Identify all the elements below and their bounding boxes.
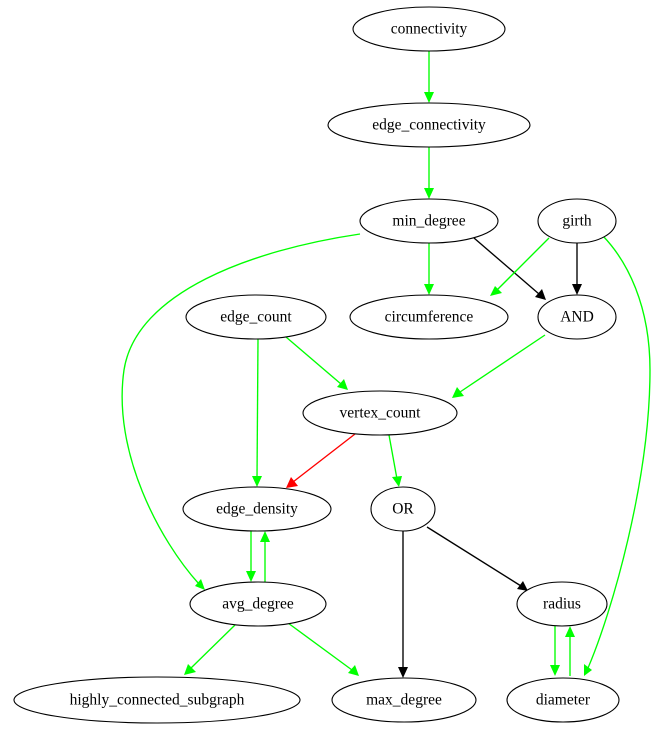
arrowhead-icon (252, 476, 262, 487)
arrowhead-icon (398, 667, 408, 678)
arrowhead-icon (246, 571, 256, 582)
arrowhead-icon (286, 477, 298, 488)
node-label: vertex_count (340, 405, 422, 422)
node-label: circumference (385, 309, 474, 326)
nodes-layer: connectivity edge_connectivity min_degree g… (13, 6, 620, 724)
edge-avg_degree-to-edge_density (260, 531, 270, 582)
graph-node-connectivity[interactable]: connectivity (352, 6, 506, 52)
edge-line (459, 334, 546, 393)
arrowhead-icon (572, 284, 582, 295)
edge-AND-to-vertex_count (452, 334, 546, 398)
edge-avg_degree-to-highly_connected_subgraph (184, 624, 236, 675)
graph-canvas: connectivity edge_connectivity min_degree g… (0, 0, 660, 731)
node-label: connectivity (391, 21, 468, 38)
graph-node-radius[interactable]: radius (516, 581, 608, 627)
node-label: highly_connected_subgraph (70, 692, 245, 709)
node-label: AND (560, 309, 594, 326)
graph-node-edge_density[interactable]: edge_density (182, 486, 332, 532)
edge-line (426, 526, 522, 587)
node-label: max_degree (366, 692, 442, 709)
edge-edge_count-to-edge_density (252, 338, 262, 487)
edge-min_degree-to-circumference (424, 243, 434, 295)
edge-vertex_count-to-edge_density (286, 433, 356, 488)
graph-node-girth[interactable]: girth (537, 198, 617, 244)
graph-svg: connectivity edge_connectivity min_degree g… (13, 6, 651, 724)
edge-line (256, 338, 259, 480)
edge-diameter-to-radius (565, 626, 575, 676)
node-label: avg_degree (222, 596, 294, 613)
arrowhead-icon (452, 387, 464, 398)
edge-line (292, 433, 356, 483)
arrowhead-icon (392, 476, 402, 487)
edge-line (388, 434, 398, 480)
graph-node-vertex_count[interactable]: vertex_count (302, 390, 458, 436)
edge-vertex_count-to-OR (388, 434, 402, 487)
graph-node-max_degree[interactable]: max_degree (331, 677, 477, 723)
node-label: min_degree (392, 213, 465, 230)
edge-edge_count-to-vertex_count (285, 336, 348, 390)
node-label: diameter (536, 692, 591, 709)
edge-edge_connectivity-to-min_degree (424, 147, 434, 199)
graph-node-min_degree[interactable]: min_degree (359, 198, 499, 244)
arrowhead-icon (348, 665, 359, 676)
edge-OR-to-max_degree (398, 531, 408, 678)
arrowhead-icon (424, 92, 434, 103)
graph-node-circumference[interactable]: circumference (349, 294, 509, 340)
graph-node-avg_degree[interactable]: avg_degree (189, 581, 327, 627)
edge-radius-to-diameter (550, 626, 560, 676)
graph-node-edge_connectivity[interactable]: edge_connectivity (327, 102, 531, 148)
arrowhead-icon (337, 379, 348, 390)
edge-line (285, 336, 342, 385)
node-label: edge_connectivity (372, 117, 486, 134)
edge-line (287, 622, 353, 671)
edge-min_degree-to-AND (473, 237, 546, 300)
edge-avg_degree-to-max_degree (287, 622, 359, 676)
node-label: radius (543, 596, 581, 613)
edge-connectivity-to-edge_connectivity (424, 51, 434, 103)
node-label: edge_count (220, 309, 292, 326)
arrowhead-icon (424, 284, 434, 295)
edge-girth-to-circumference (490, 237, 550, 296)
edge-girth-to-AND (572, 243, 582, 295)
edge-line (473, 237, 540, 295)
arrowhead-icon (535, 289, 546, 300)
arrowhead-icon (550, 665, 560, 676)
arrowhead-icon (584, 664, 592, 676)
graph-node-diameter[interactable]: diameter (506, 677, 620, 723)
node-label: edge_density (216, 501, 298, 518)
graph-node-OR[interactable]: OR (370, 486, 436, 532)
arrowhead-icon (517, 581, 528, 591)
node-label: OR (392, 501, 414, 518)
graph-node-AND[interactable]: AND (537, 294, 617, 340)
arrowhead-icon (260, 531, 270, 542)
edge-line (189, 624, 236, 670)
edge-edge_density-to-avg_degree (246, 531, 256, 582)
arrowhead-icon (424, 188, 434, 199)
graph-node-highly_connected_subgraph[interactable]: highly_connected_subgraph (13, 676, 301, 724)
node-label: girth (562, 213, 592, 230)
edge-OR-to-radius (426, 526, 528, 591)
graph-node-edge_count[interactable]: edge_count (185, 294, 327, 340)
arrowhead-icon (565, 626, 575, 637)
